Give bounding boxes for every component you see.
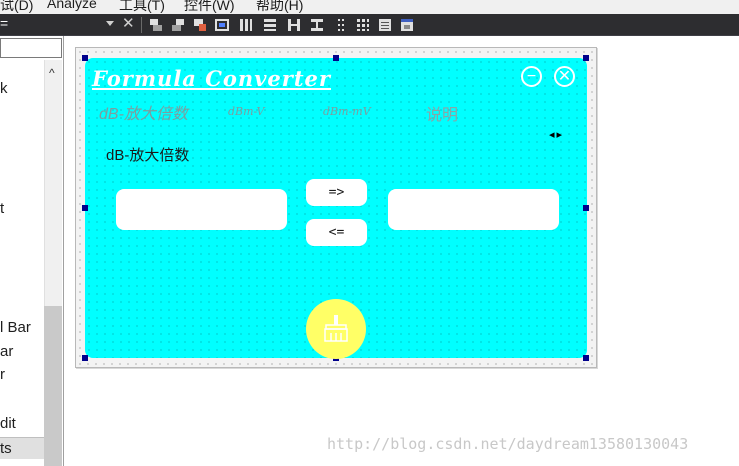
tab-order-icon[interactable] <box>377 17 393 33</box>
toolbox-panel: ^ k t l Bar ar r dit ts <box>0 36 64 466</box>
toolbox-item[interactable]: r <box>0 366 5 383</box>
resize-handle[interactable] <box>583 205 589 211</box>
toolbar-combo-text[interactable]: = <box>0 15 8 31</box>
menu-tools[interactable]: 工具(T) <box>119 0 165 14</box>
menu-debug[interactable]: 试(D) <box>0 0 33 14</box>
convert-left-button[interactable]: <= <box>306 219 367 246</box>
chevron-down-icon[interactable] <box>106 21 114 26</box>
resize-handle[interactable] <box>82 205 88 211</box>
resize-handle[interactable] <box>583 355 589 361</box>
menu-help[interactable]: 帮助(H) <box>256 0 303 14</box>
space-horizontal-icon[interactable] <box>238 17 254 33</box>
resize-handle[interactable] <box>82 55 88 61</box>
center-vertical-icon[interactable] <box>309 17 325 33</box>
minimize-button[interactable]: − <box>521 66 542 87</box>
toolbox-bottom-tab[interactable]: ts <box>0 437 44 459</box>
toolbox-item[interactable]: t <box>0 200 4 217</box>
resize-handle[interactable] <box>333 55 339 61</box>
align-top-icon[interactable] <box>192 17 208 33</box>
center-horizontal-icon[interactable] <box>286 17 302 33</box>
toolbox-item[interactable]: l Bar <box>0 319 31 336</box>
toolbox-item[interactable]: k <box>0 80 8 97</box>
watermark-text: http://blog.csdn.net/daydream13580130043 <box>327 435 689 453</box>
ide-window: 试(D) Analyze 工具(T) 控件(W) 帮助(H) = ✕ ^ k t… <box>0 0 739 466</box>
left-value-input[interactable] <box>116 189 287 230</box>
align-right-icon[interactable] <box>170 17 186 33</box>
close-button[interactable]: ✕ <box>554 66 575 87</box>
resize-handle[interactable] <box>583 55 589 61</box>
right-value-input[interactable] <box>388 189 559 230</box>
toolbox-bottom-tab-label: ts <box>0 440 12 457</box>
grid-icon[interactable] <box>355 17 371 33</box>
minimize-icon: − <box>526 68 537 85</box>
same-size-icon[interactable] <box>214 17 230 33</box>
toolbar: = ✕ <box>0 14 739 36</box>
toolbox-scroll-thumb[interactable] <box>44 306 62 466</box>
menubar: 试(D) Analyze 工具(T) 控件(W) 帮助(H) <box>0 0 739 14</box>
menu-controls[interactable]: 控件(W) <box>184 0 235 14</box>
scroll-up-icon[interactable]: ^ <box>49 66 55 80</box>
section-label: dB-放大倍数 <box>106 147 190 164</box>
close-icon: ✕ <box>557 68 572 85</box>
toolbox-item[interactable]: ar <box>0 343 13 360</box>
grid-dots-icon[interactable] <box>333 17 349 33</box>
toolbox-item[interactable]: dit <box>0 415 16 432</box>
tab-scroll-arrows[interactable]: ◂▸ <box>549 128 564 141</box>
toolbar-separator <box>141 17 142 33</box>
toolbox-search-box[interactable] <box>0 38 62 58</box>
close-icon[interactable]: ✕ <box>122 14 135 32</box>
align-left-icon[interactable] <box>148 17 164 33</box>
test-dialog-icon[interactable] <box>399 17 415 33</box>
tab-description[interactable]: 说明 <box>426 101 458 125</box>
tab-db-gain[interactable]: dB-放大倍数 <box>99 100 188 124</box>
broom-icon <box>324 315 348 342</box>
convert-right-button[interactable]: => <box>306 179 367 206</box>
tab-dbm-v[interactable]: dBm-V <box>228 105 264 118</box>
menu-analyze[interactable]: Analyze <box>47 0 97 11</box>
resize-handle[interactable] <box>82 355 88 361</box>
tab-dbm-mv[interactable]: dBm-mV <box>323 105 371 118</box>
clear-button[interactable] <box>306 299 366 359</box>
form-title: Formula Converter <box>92 66 331 91</box>
space-vertical-icon[interactable] <box>262 17 278 33</box>
